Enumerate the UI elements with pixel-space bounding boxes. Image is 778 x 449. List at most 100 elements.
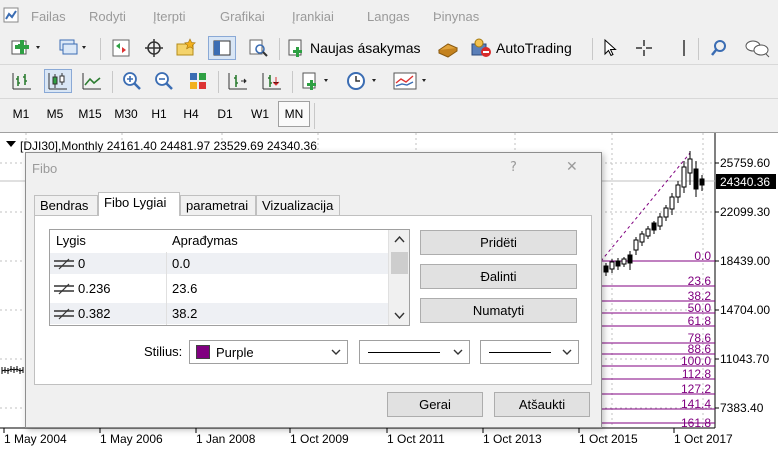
menu-tools[interactable]: Įrankiai [292,9,334,24]
level-cell: 0.382 [78,306,111,321]
menu-file[interactable]: Failas [31,9,66,24]
periods-button[interactable] [344,69,382,93]
timeframe-w1[interactable]: W1 [246,101,274,127]
chart-shift-button[interactable] [224,69,252,93]
fib-trend-line [600,152,691,262]
new-order-button[interactable]: Naujas ásakymas [286,36,430,60]
templates-icon [393,72,426,90]
timeframes-toolbar: M1 M5 M15 M30 H1 H4 D1 W1 MN [0,99,778,133]
defaults-button[interactable]: Numatyti [420,298,577,323]
chart-menu-triangle-icon[interactable] [6,141,16,149]
price-tick: 7383.40 [720,401,764,415]
terminal-button[interactable] [208,36,236,60]
line-width-select[interactable] [480,340,579,364]
tab-visualization[interactable]: Vizualizacija [256,195,340,215]
price-tick: 25759.60 [720,156,770,170]
date-tick: 1 May 2006 [100,432,163,446]
crosshair-icon [636,40,652,56]
cursor-button[interactable] [598,36,622,60]
chart-shift-icon [228,73,247,90]
candlestick-icon [48,73,67,90]
menu-view[interactable]: Rodyti [89,9,126,24]
fib-level-labels: 0.0 23.6 38.2 50.0 61.8 78.6 88.6 100.0 … [681,249,711,430]
menu-bar: Failas Rodyti Įterpti Grafikai Įrankiai … [0,0,778,32]
add-level-button[interactable]: Pridëti [420,230,577,255]
book-icon [437,43,459,58]
table-row[interactable]: 0.236 23.6 [50,277,388,299]
indicators-button[interactable] [298,69,334,93]
menu-window[interactable]: Langas [367,9,410,24]
candlestick-button[interactable] [44,69,72,93]
zoom-in-button[interactable] [118,69,146,93]
autotrading-button[interactable]: AutoTrading [470,36,584,60]
market-watch-icon [112,39,130,57]
line-chart-button[interactable] [78,69,106,93]
menu-help[interactable]: Þinynas [433,9,479,24]
chart-header: [DJI30],Monthly 24161.40 24481.97 23529.… [20,139,317,153]
timeframe-d1[interactable]: D1 [212,101,238,127]
fibo-levels-panel: Lygis Aprađymas 0 0.0 0.236 23.6 0.382 3… [34,215,592,385]
help-button[interactable]: ? [510,160,517,175]
timeframe-mn[interactable]: MN [278,101,310,127]
fibo-dialog: Fibo ? ✕ Bendras Fibo Lygiai parametrai … [25,152,602,428]
description-cell: 23.6 [172,281,198,296]
templates-button[interactable] [390,69,432,93]
strategy-tester-button[interactable] [244,36,272,60]
star-folder-icon [176,38,196,56]
bar-chart-button[interactable] [8,69,36,93]
delete-level-button[interactable]: Đalinti [420,264,577,289]
column-header-level[interactable]: Lygis [56,230,86,252]
cursor-arrow-icon [604,38,617,57]
cancel-button[interactable]: Atšaukti [494,392,590,417]
menu-charts[interactable]: Grafikai [220,9,265,24]
fib-label: 100.0 [681,354,711,368]
timeframe-m15[interactable]: M15 [73,101,107,127]
date-tick: 1 Oct 2013 [483,432,542,446]
color-select[interactable]: Purple [189,340,348,364]
autoscroll-button[interactable] [258,69,286,93]
timeframe-m1[interactable]: M1 [6,101,36,127]
price-tick: 22099.30 [720,205,770,219]
table-row[interactable]: 0 0.0 [50,252,388,274]
fib-label: 50.0 [688,301,712,315]
metaeditor-button[interactable] [434,36,462,60]
menu-insert[interactable]: Įterpti [153,9,186,24]
ok-button[interactable]: Gerai [387,392,483,417]
levels-table[interactable]: Lygis Aprađymas 0 0.0 0.236 23.6 0.382 3… [49,229,410,326]
scroll-thumb[interactable] [391,252,408,274]
line-style-sample [368,352,440,353]
timeframe-h4[interactable]: H4 [178,101,204,127]
date-tick: 1 Oct 2015 [579,432,638,446]
favorites-button[interactable] [172,36,200,60]
chat-bubbles-icon [745,40,770,58]
scroll-up-icon[interactable] [394,236,405,243]
table-row[interactable]: 0.382 38.2 [50,302,388,324]
new-chart-button[interactable] [8,36,46,60]
scroll-down-icon[interactable] [394,312,405,319]
timeframe-h1[interactable]: H1 [146,101,172,127]
vertical-line-button[interactable] [672,36,696,60]
table-scrollbar[interactable] [388,230,409,325]
crosshair-button[interactable] [632,36,656,60]
market-watch-button[interactable] [108,36,134,60]
autoscroll-icon [262,73,281,90]
timeframe-m5[interactable]: M5 [40,101,70,127]
tile-windows-button[interactable] [184,69,212,93]
close-icon[interactable]: ✕ [566,159,578,175]
tab-general[interactable]: Bendras [34,195,98,215]
style-label: Stilius: [144,344,183,359]
new-order-icon [288,39,302,57]
profiles-button[interactable] [54,36,92,60]
search-button[interactable] [706,36,732,60]
line-style-select[interactable] [359,340,470,364]
zoom-out-button[interactable] [150,69,178,93]
timeframe-m30[interactable]: M30 [109,101,143,127]
tile-windows-icon [190,73,206,89]
tab-parameters[interactable]: parametrai [180,195,256,215]
chat-button[interactable] [740,36,774,60]
terminal-window-icon [213,40,231,56]
color-swatch [196,345,210,359]
tab-fibo-levels[interactable]: Fibo Lygiai [98,192,180,216]
crosshair-nav-button[interactable] [140,36,168,60]
column-header-description[interactable]: Aprađymas [172,230,238,252]
